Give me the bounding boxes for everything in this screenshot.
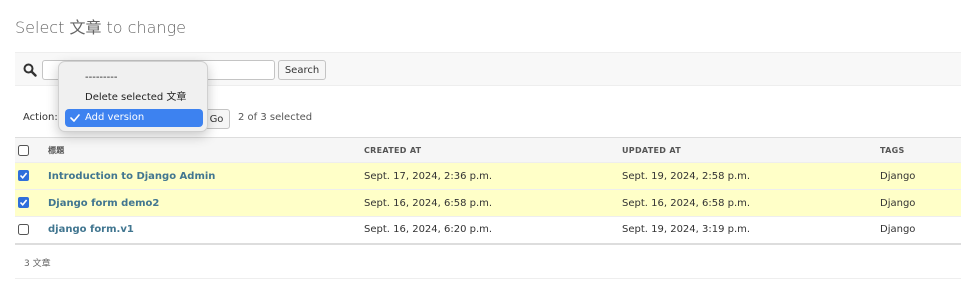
table-header: 標題 CREATED AT UPDATED AT TAGS (15, 137, 961, 163)
row-created-at: Sept. 16, 2024, 6:20 p.m. (361, 216, 619, 245)
checkbox-icon[interactable] (18, 197, 29, 209)
dropdown-option-delete-selected[interactable]: Delete selected 文章 (65, 89, 203, 107)
dropdown-option-add-version[interactable]: Add version (65, 109, 203, 127)
table-row: Django form demo2 Sept. 16, 2024, 6:58 p… (15, 189, 961, 217)
column-header-created-at[interactable]: CREATED AT (361, 137, 619, 163)
column-header-title[interactable]: 標題 (45, 137, 361, 163)
search-icon (23, 63, 37, 77)
row-created-at: Sept. 16, 2024, 6:58 p.m. (361, 189, 619, 217)
checkmark-icon (70, 114, 80, 122)
results-table: 標題 CREATED AT UPDATED AT TAGS Introducti… (15, 137, 961, 245)
row-tags: Django (877, 216, 961, 245)
divider (15, 278, 961, 279)
row-title-link[interactable]: django form.v1 (45, 216, 361, 245)
column-header-tags[interactable]: TAGS (877, 137, 961, 163)
row-created-at: Sept. 17, 2024, 2:36 p.m. (361, 162, 619, 190)
table-row: Introduction to Django Admin Sept. 17, 2… (15, 162, 961, 190)
row-updated-at: Sept. 19, 2024, 3:19 p.m. (619, 216, 877, 245)
search-button[interactable]: Search (278, 60, 326, 80)
row-select-cell (15, 189, 45, 217)
dropdown-option-label: Add version (85, 112, 145, 123)
action-dropdown-menu[interactable]: --------- Delete selected 文章 Add version (58, 61, 208, 132)
row-updated-at: Sept. 16, 2024, 6:58 p.m. (619, 189, 877, 217)
result-count: 3 文章 (24, 259, 51, 269)
selection-counter: 2 of 3 selected (238, 112, 313, 123)
row-select-cell (15, 162, 45, 190)
row-title-link[interactable]: Django form demo2 (45, 189, 361, 217)
row-tags: Django (877, 162, 961, 190)
dropdown-option-blank[interactable]: --------- (65, 69, 203, 87)
checkbox-icon[interactable] (18, 224, 29, 235)
row-title-link[interactable]: Introduction to Django Admin (45, 162, 361, 190)
select-all-checkbox[interactable] (18, 144, 29, 156)
page-title: Select 文章 to change (15, 18, 187, 37)
row-updated-at: Sept. 19, 2024, 2:58 p.m. (619, 162, 877, 190)
checkbox-icon[interactable] (18, 170, 29, 182)
row-tags: Django (877, 189, 961, 217)
row-select-cell (15, 216, 45, 245)
action-label: Action: (23, 112, 58, 123)
table-row: django form.v1 Sept. 16, 2024, 6:20 p.m.… (15, 216, 961, 245)
select-all-header (15, 137, 45, 163)
column-header-updated-at[interactable]: UPDATED AT (619, 137, 877, 163)
